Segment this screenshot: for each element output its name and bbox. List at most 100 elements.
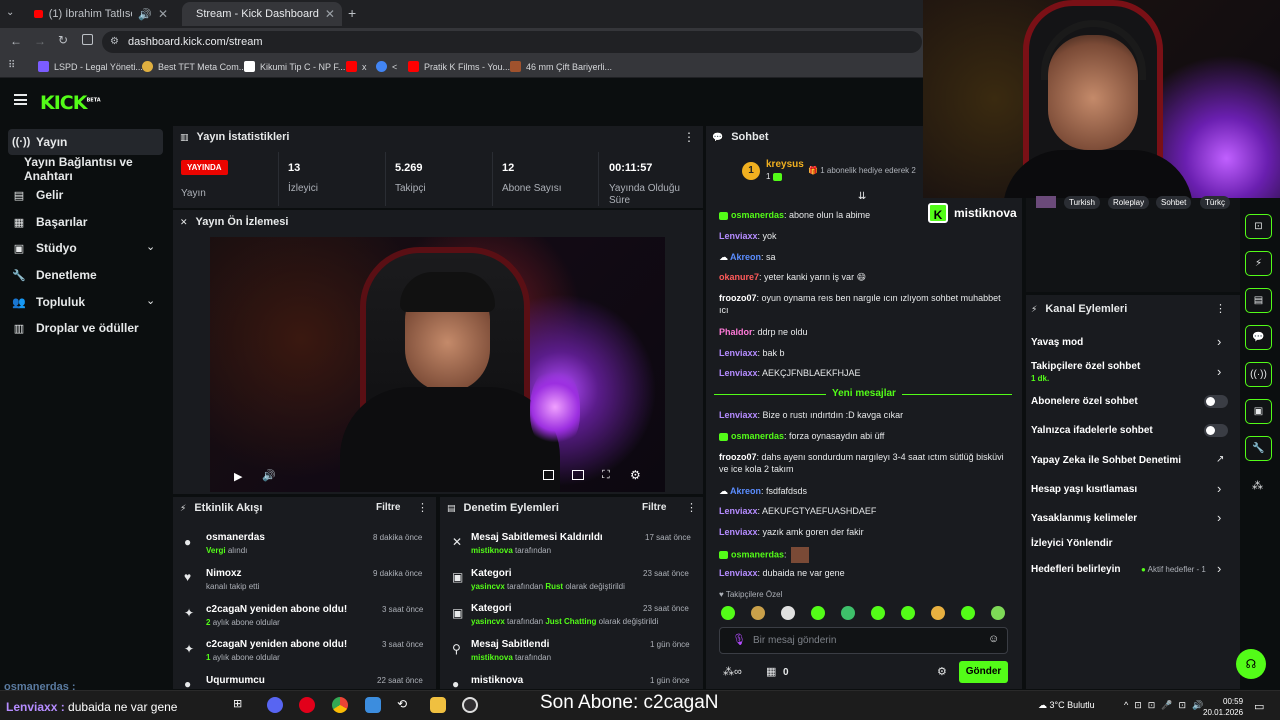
emote-icon[interactable]: [781, 606, 795, 620]
action-follower-only[interactable]: Takipçilere özel sohbet 1 dk.: [1031, 361, 1140, 383]
sub-only-toggle[interactable]: [1204, 395, 1228, 408]
emote-icon[interactable]: [871, 606, 885, 620]
discord-icon[interactable]: [267, 697, 283, 713]
activity-filter-button[interactable]: Filtre: [376, 502, 400, 513]
tag-chip[interactable]: Türkç: [1200, 196, 1230, 209]
action-emote-only[interactable]: Yalnızca ifadelerle sohbet: [1031, 425, 1153, 436]
chat-input[interactable]: 🎙 Bir mesaj gönderin ☺: [719, 627, 1008, 654]
emote-icon[interactable]: [931, 606, 945, 620]
sidebar-item-stream-key[interactable]: Yayın Bağlantısı ve Anahtarı: [8, 155, 173, 183]
emoji-icon[interactable]: ☺: [988, 633, 999, 645]
chat-username[interactable]: okanure7: [719, 272, 759, 282]
weather-widget[interactable]: ☁ 3°C Bulutlu: [1038, 700, 1095, 711]
chat-username[interactable]: osmanerdas: [731, 431, 784, 441]
new-tab-button[interactable]: +: [348, 5, 356, 21]
send-button[interactable]: Gönder: [959, 661, 1008, 683]
more-options-icon[interactable]: ⋮: [1215, 302, 1226, 315]
sidebar-item-yayin[interactable]: ((·)) Yayın: [8, 129, 163, 155]
sidebar-item-basarilar[interactable]: ▦ Başarılar: [8, 209, 163, 235]
sidebar-item-topluluk[interactable]: 👥 Topluluk: [8, 289, 163, 315]
quick-action-people-icon[interactable]: ⁂: [1252, 479, 1263, 492]
clock[interactable]: 00:59 20.01.2026: [1203, 696, 1243, 718]
play-icon[interactable]: ▶: [234, 470, 242, 483]
bookmark-item[interactable]: x: [346, 61, 367, 72]
chat-settings-icon[interactable]: ⚙: [937, 665, 947, 678]
task-view-icon[interactable]: ⊞: [233, 697, 249, 713]
emote-icon[interactable]: [721, 606, 735, 620]
chevron-down-icon[interactable]: ⌄: [146, 240, 155, 253]
sidebar-item-studyo[interactable]: ▣ Stüdyo: [8, 235, 163, 261]
action-raid[interactable]: İzleyici Yönlendir: [1031, 538, 1113, 549]
close-icon[interactable]: ✕: [325, 7, 335, 21]
more-options-icon[interactable]: ⋮: [417, 501, 428, 514]
back-icon[interactable]: ←: [10, 34, 22, 48]
pip-icon[interactable]: [543, 470, 554, 480]
chrome-icon[interactable]: [332, 697, 348, 713]
notification-icon[interactable]: ▭: [1254, 700, 1264, 713]
emote-icon[interactable]: [841, 606, 855, 620]
reload-icon[interactable]: ↻: [58, 33, 68, 47]
action-goals[interactable]: Hedefleri belirleyin: [1031, 564, 1120, 575]
folder-icon[interactable]: [430, 697, 446, 713]
support-button[interactable]: ☊: [1236, 649, 1266, 679]
tab-search-icon[interactable]: ⌄: [6, 7, 20, 21]
moderation-filter-button[interactable]: Filtre: [642, 502, 666, 513]
emote-icon[interactable]: [961, 606, 975, 620]
bookmark-item[interactable]: Kikumi Tip C - NP F...: [244, 61, 345, 72]
chevron-right-icon[interactable]: ›: [1217, 561, 1221, 576]
tray-icons[interactable]: ^⊡⊡🎤⊡🔊: [1124, 700, 1209, 711]
chat-username[interactable]: Akreon: [730, 486, 761, 496]
quick-action-broadcast[interactable]: ((·)): [1245, 362, 1272, 387]
action-slow-mode[interactable]: Yavaş mod: [1031, 337, 1083, 348]
chevron-right-icon[interactable]: ›: [1217, 510, 1221, 525]
quick-action-clip[interactable]: ⊡: [1245, 214, 1272, 239]
tag-chip[interactable]: Turkish: [1064, 196, 1100, 209]
emote-icon[interactable]: [751, 606, 765, 620]
sidebar-item-droplar[interactable]: ▥ Droplar ve ödüller: [8, 315, 163, 341]
quick-action-layout[interactable]: ▣: [1245, 399, 1272, 424]
hamburger-menu-icon[interactable]: [14, 94, 27, 105]
quick-action-document[interactable]: ▤: [1245, 288, 1272, 313]
obs-icon[interactable]: [462, 697, 478, 713]
kick-logo[interactable]: KICKBETA: [40, 92, 101, 114]
stream-video[interactable]: ▶ 🔊 ⛶ ⚙: [210, 237, 665, 492]
quick-action-wrench[interactable]: 🔧: [1245, 436, 1272, 461]
chat-username[interactable]: Lenviaxx: [719, 527, 758, 537]
chat-username[interactable]: froozo07: [719, 452, 757, 462]
top-gifter-name[interactable]: kreysus: [766, 159, 804, 170]
speaker-icon[interactable]: 🔊: [138, 8, 152, 21]
tag-chip[interactable]: Sohbet: [1156, 196, 1192, 209]
chat-username[interactable]: Lenviaxx: [719, 568, 758, 578]
bookmark-item[interactable]: <: [376, 61, 397, 72]
quick-action-bolt[interactable]: ⚡: [1245, 251, 1272, 276]
chat-username[interactable]: osmanerdas: [731, 210, 784, 220]
address-bar-input[interactable]: ⚙ dashboard.kick.com/stream: [102, 31, 922, 53]
bookmark-item[interactable]: Best TFT Meta Com...: [142, 61, 246, 72]
browser-tab-kick[interactable]: Stream - Kick Dashboard ✕: [182, 2, 342, 26]
opera-icon[interactable]: [299, 697, 315, 713]
bookmark-item[interactable]: LSPD - Legal Yöneti...: [38, 61, 143, 72]
quick-action-chat[interactable]: 💬: [1245, 325, 1272, 350]
chat-username[interactable]: Lenviaxx: [719, 231, 758, 241]
gift-box-icon[interactable]: ▦: [766, 665, 776, 678]
emote-only-toggle[interactable]: [1204, 424, 1228, 437]
pin-collapse-icon[interactable]: ⇊: [858, 191, 866, 202]
more-options-icon[interactable]: ⋮: [686, 501, 697, 514]
chat-username[interactable]: Lenviaxx: [719, 368, 758, 378]
apps-icon[interactable]: ⠿: [8, 60, 15, 71]
browser-tab-youtube[interactable]: (1) İbrahim Tatlıses X The W 🔊 ✕: [26, 2, 176, 26]
emote-icon[interactable]: [991, 606, 1005, 620]
mic-icon[interactable]: 🎙: [732, 633, 746, 646]
action-ai-moderation[interactable]: Yapay Zeka ile Sohbet Denetimi: [1031, 455, 1181, 466]
action-sub-only[interactable]: Abonelere özel sohbet: [1031, 396, 1138, 407]
sidebar-item-gelir[interactable]: ▤ Gelir: [8, 182, 163, 208]
fullscreen-icon[interactable]: ⛶: [602, 469, 610, 482]
settings-gear-icon[interactable]: ⚙: [630, 468, 641, 482]
site-info-icon[interactable]: ⚙: [110, 31, 119, 53]
chevron-right-icon[interactable]: ›: [1217, 334, 1221, 349]
chevron-right-icon[interactable]: ›: [1217, 481, 1221, 496]
more-options-icon[interactable]: ⋮: [683, 130, 695, 144]
points-icon[interactable]: ⁂∞: [723, 665, 742, 678]
sidebar-item-denetleme[interactable]: 🔧 Denetleme: [8, 262, 163, 288]
chat-username[interactable]: osmanerdas: [731, 549, 784, 559]
